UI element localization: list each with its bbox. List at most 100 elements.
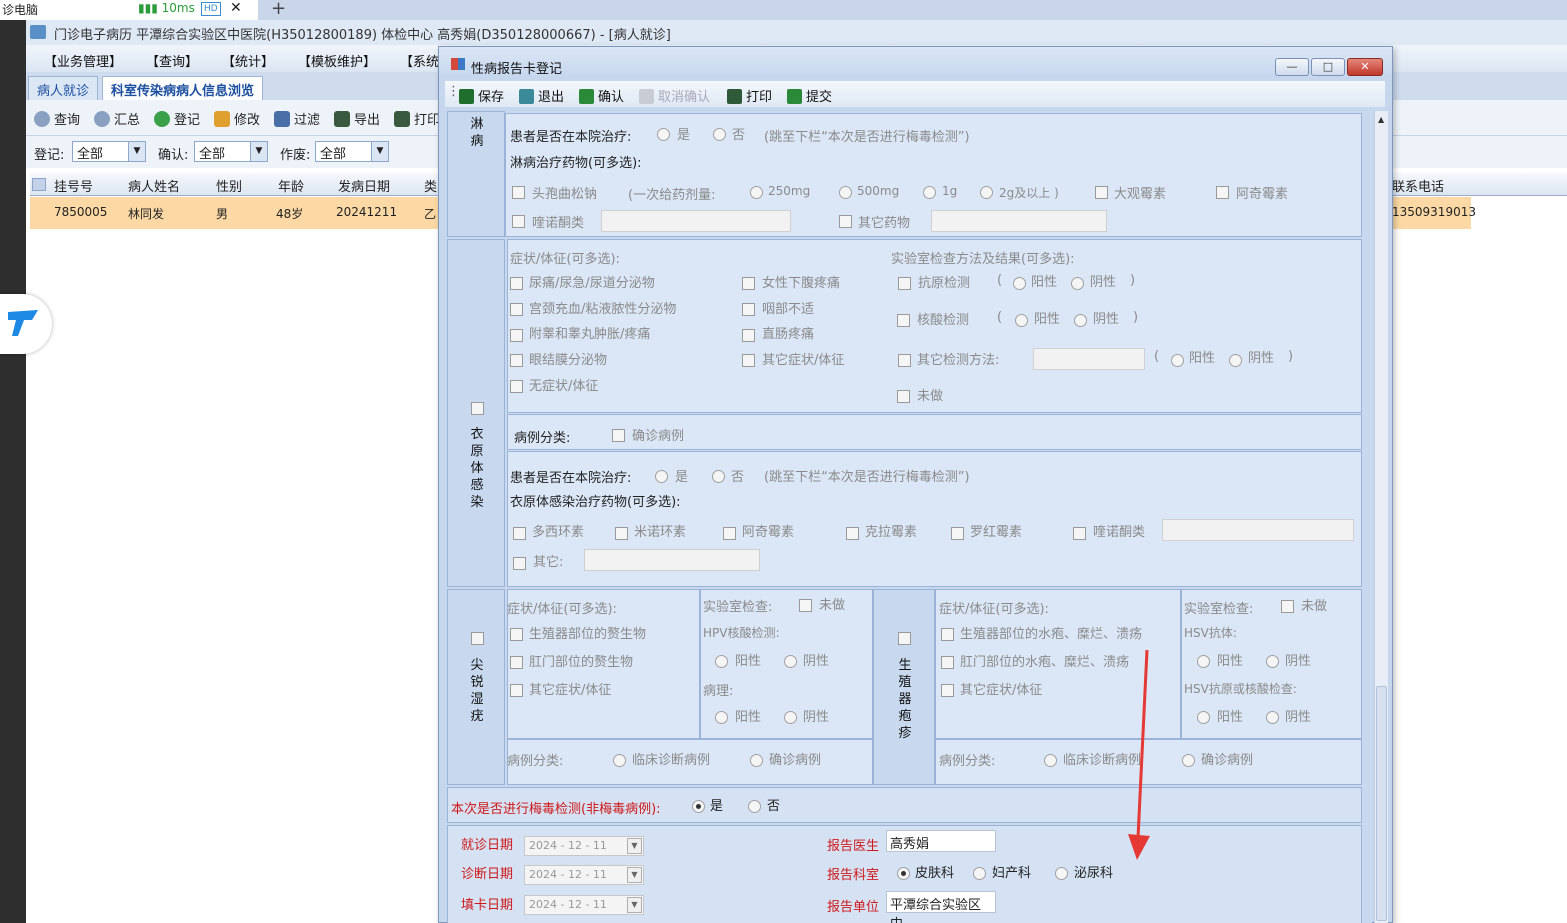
- menu-query[interactable]: 【查询】: [146, 51, 198, 70]
- chl-azithromycin-checkbox[interactable]: [723, 527, 736, 540]
- chl-quinolone-checkbox[interactable]: [1073, 527, 1086, 540]
- other-drug-input[interactable]: [931, 210, 1107, 232]
- edit-button[interactable]: 修改: [214, 109, 260, 128]
- her-sym-2-checkbox[interactable]: [941, 656, 954, 669]
- col-age[interactable]: 年龄: [278, 176, 304, 195]
- col-reg-no[interactable]: 挂号号: [54, 176, 93, 195]
- remote-tab[interactable]: 诊电脑 ▮▮▮ 10ms HD ✕: [0, 0, 258, 20]
- antigen-checkbox[interactable]: [898, 277, 911, 290]
- her-sym-3-checkbox[interactable]: [941, 684, 954, 697]
- register-button[interactable]: 登记: [154, 109, 200, 128]
- ceftriaxone-checkbox[interactable]: [512, 186, 525, 199]
- confirm-filter-select[interactable]: 全部 ▼: [194, 141, 268, 162]
- col-sex[interactable]: 性别: [216, 176, 242, 195]
- print-button[interactable]: 打印: [727, 86, 772, 105]
- syphilis-no-radio[interactable]: [748, 800, 761, 813]
- hpv-positive-radio[interactable]: [715, 655, 728, 668]
- spectinomycin-checkbox[interactable]: [1095, 186, 1108, 199]
- chl-sym-1-checkbox[interactable]: [510, 277, 523, 290]
- summary-button[interactable]: 汇总: [94, 109, 140, 128]
- con-sym-1-checkbox[interactable]: [510, 628, 523, 641]
- register-filter-select[interactable]: 全部 ▼: [72, 141, 146, 162]
- gon-treat-yes-radio[interactable]: [657, 128, 670, 141]
- azithromycin-checkbox[interactable]: [1216, 186, 1229, 199]
- dose-2g-radio[interactable]: [980, 186, 993, 199]
- close-button[interactable]: ✕: [1347, 58, 1383, 76]
- other-method-input[interactable]: [1033, 348, 1145, 370]
- save-button[interactable]: 保存: [459, 86, 504, 105]
- menu-system[interactable]: 【系统: [400, 51, 439, 70]
- chl-other-input[interactable]: [584, 549, 760, 571]
- minimize-button[interactable]: —: [1275, 58, 1309, 76]
- menu-business[interactable]: 【业务管理】: [44, 51, 122, 70]
- chl-sym-5-checkbox[interactable]: [510, 380, 523, 393]
- her-not-done-checkbox[interactable]: [1281, 600, 1294, 613]
- vertical-scrollbar[interactable]: ▲: [1374, 111, 1388, 923]
- her-confirmed-radio[interactable]: [1182, 754, 1195, 767]
- dept-urology-radio[interactable]: [1055, 867, 1068, 880]
- chl-treat-yes-radio[interactable]: [655, 470, 668, 483]
- tab-infectious-browse[interactable]: 科室传染病病人信息浏览: [102, 76, 264, 100]
- chl-quinolone-input[interactable]: [1162, 519, 1354, 541]
- condyloma-section-checkbox[interactable]: [471, 632, 484, 645]
- her-clinical-radio[interactable]: [1044, 754, 1057, 767]
- nucleic-negative-radio[interactable]: [1074, 314, 1087, 327]
- con-not-done-checkbox[interactable]: [799, 599, 812, 612]
- chl-not-done-checkbox[interactable]: [897, 390, 910, 403]
- hsv-ab-positive-radio[interactable]: [1197, 655, 1210, 668]
- menu-stats[interactable]: 【统计】: [222, 51, 274, 70]
- hpv-negative-radio[interactable]: [784, 655, 797, 668]
- syphilis-yes-radio[interactable]: [692, 800, 705, 813]
- scroll-up-icon[interactable]: ▲: [1378, 115, 1384, 124]
- hsv-ag-negative-radio[interactable]: [1266, 711, 1279, 724]
- antigen-negative-radio[interactable]: [1071, 277, 1084, 290]
- void-filter-select[interactable]: 全部 ▼: [315, 141, 389, 162]
- dose-1g-radio[interactable]: [923, 186, 936, 199]
- chl-sym-4-checkbox[interactable]: [510, 354, 523, 367]
- con-sym-3-checkbox[interactable]: [510, 684, 523, 697]
- hsv-ab-negative-radio[interactable]: [1266, 655, 1279, 668]
- confirm-button[interactable]: 确认: [579, 86, 624, 105]
- other-method-negative-radio[interactable]: [1229, 354, 1242, 367]
- her-sym-1-checkbox[interactable]: [941, 628, 954, 641]
- chl-sym-3-checkbox[interactable]: [510, 329, 523, 342]
- menu-template[interactable]: 【模板维护】: [298, 51, 376, 70]
- filter-button[interactable]: 过滤: [274, 109, 320, 128]
- quinolone-input[interactable]: [601, 210, 791, 232]
- roxithromycin-checkbox[interactable]: [951, 527, 964, 540]
- nucleic-checkbox[interactable]: [897, 314, 910, 327]
- print-button[interactable]: 打印: [394, 109, 440, 128]
- herpes-section-checkbox[interactable]: [898, 632, 911, 645]
- fill-date-picker[interactable]: 2024 - 12 - 11 ▼: [524, 895, 644, 915]
- hsv-ag-positive-radio[interactable]: [1197, 711, 1210, 724]
- chl-other-checkbox[interactable]: [513, 557, 526, 570]
- report-unit-input[interactable]: 平潭综合实验区中: [886, 891, 996, 923]
- chl-confirmed-checkbox[interactable]: [612, 429, 625, 442]
- chl-sym-8-checkbox[interactable]: [742, 329, 755, 342]
- con-sym-2-checkbox[interactable]: [510, 656, 523, 669]
- query-button[interactable]: 查询: [34, 109, 80, 128]
- dose-250-radio[interactable]: [750, 186, 763, 199]
- diagnosis-date-picker[interactable]: 2024 - 12 - 11 ▼: [524, 865, 644, 885]
- pathology-positive-radio[interactable]: [715, 711, 728, 724]
- con-confirmed-radio[interactable]: [750, 754, 763, 767]
- col-name[interactable]: 病人姓名: [128, 176, 180, 195]
- col-phone[interactable]: 联系电话: [1392, 176, 1444, 195]
- nucleic-positive-radio[interactable]: [1015, 314, 1028, 327]
- other-method-positive-radio[interactable]: [1171, 354, 1184, 367]
- chlamydia-section-checkbox[interactable]: [471, 402, 484, 415]
- minocycline-checkbox[interactable]: [615, 527, 628, 540]
- chl-sym-6-checkbox[interactable]: [742, 277, 755, 290]
- chl-sym-2-checkbox[interactable]: [510, 303, 523, 316]
- dose-500-radio[interactable]: [839, 186, 852, 199]
- close-tab-icon[interactable]: ✕: [230, 0, 242, 16]
- report-doctor-input[interactable]: 高秀娟: [886, 830, 996, 852]
- visit-date-picker[interactable]: 2024 - 12 - 11 ▼: [524, 836, 644, 856]
- maximize-button[interactable]: □: [1311, 58, 1345, 76]
- clarithromycin-checkbox[interactable]: [846, 527, 859, 540]
- select-all-icon[interactable]: [32, 178, 46, 191]
- exit-button[interactable]: 退出: [519, 86, 564, 105]
- antigen-positive-radio[interactable]: [1013, 277, 1026, 290]
- col-onset[interactable]: 发病日期: [338, 176, 390, 195]
- dept-obgyn-radio[interactable]: [973, 867, 986, 880]
